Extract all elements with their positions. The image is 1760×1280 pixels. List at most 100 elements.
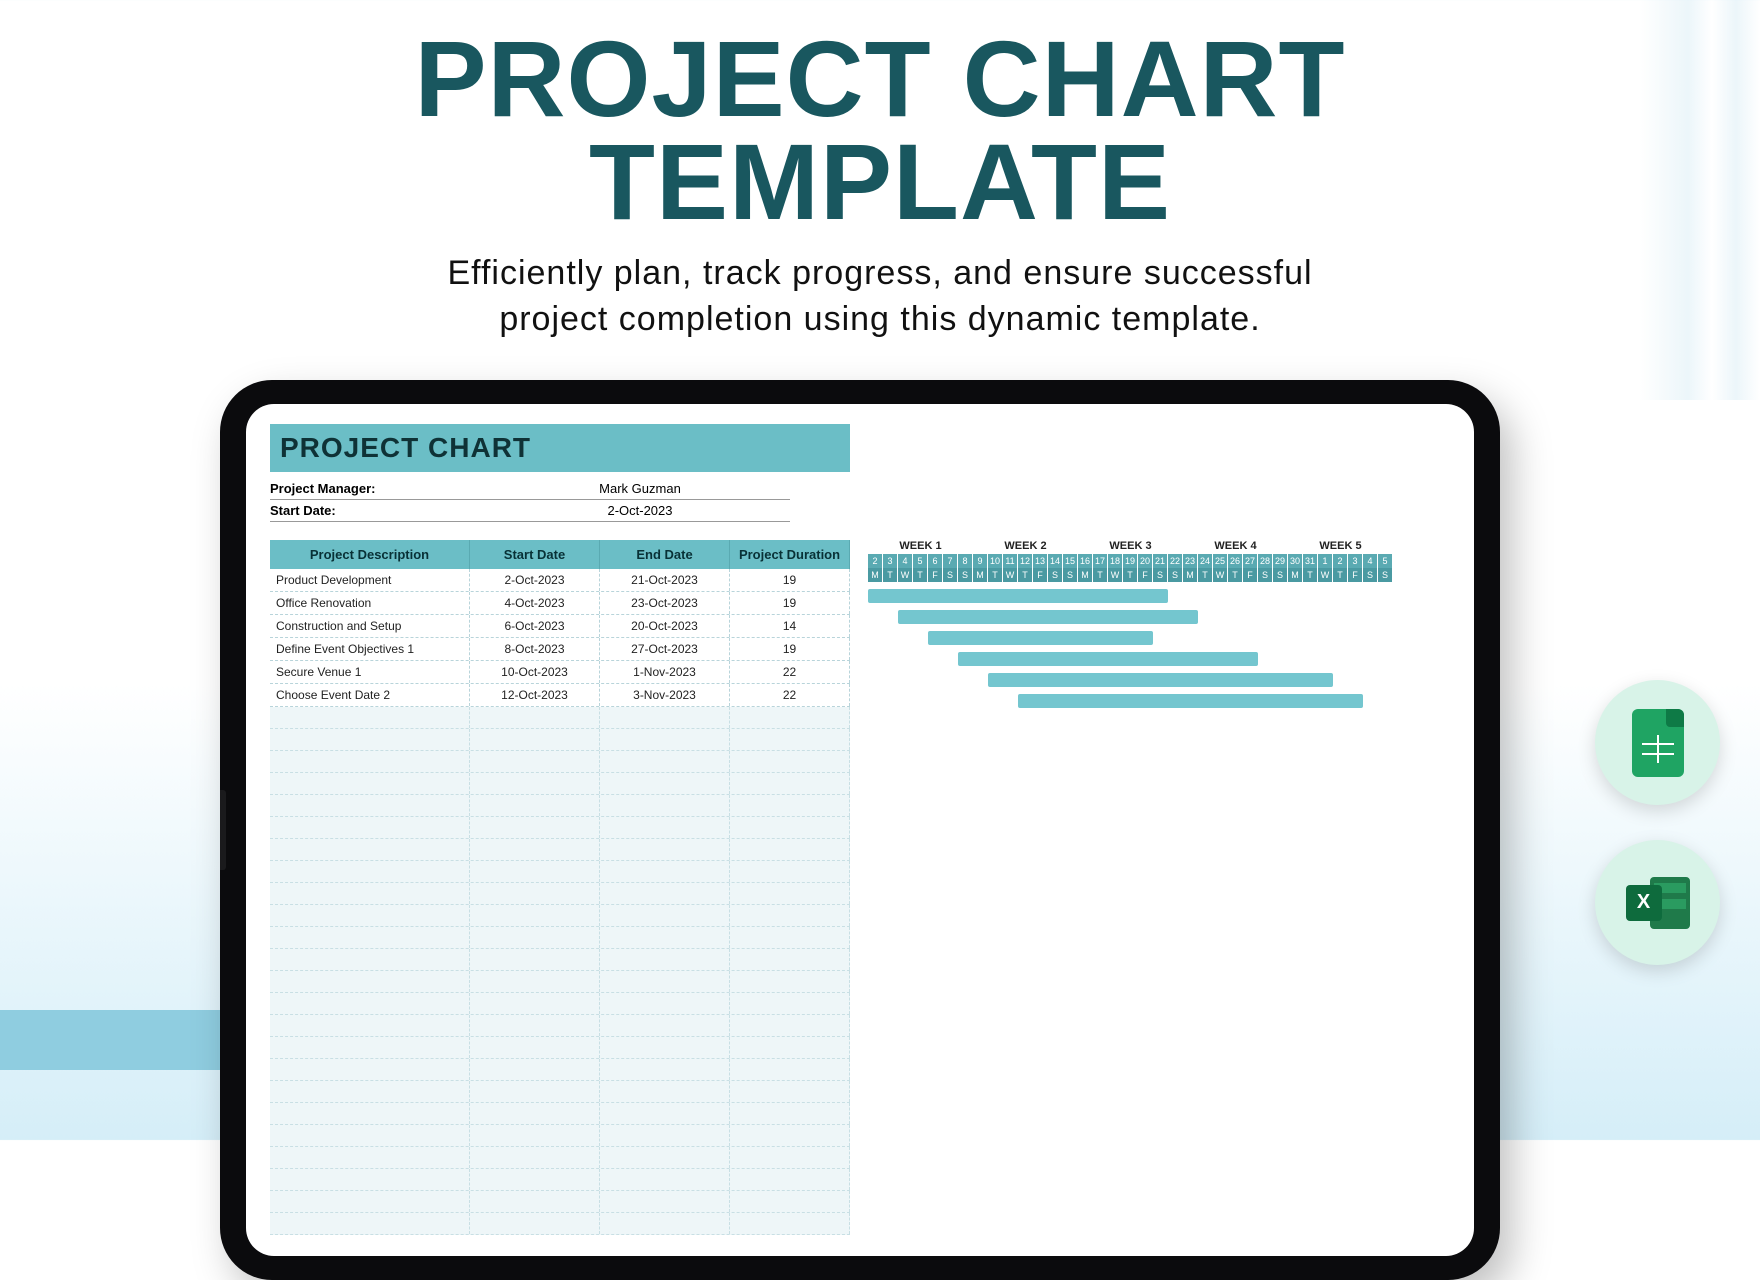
- day-cell: 15: [1063, 554, 1078, 568]
- google-sheets-badge[interactable]: [1595, 680, 1720, 805]
- dow-cell: S: [1363, 568, 1378, 582]
- day-cell: 4: [898, 554, 913, 568]
- day-cell: 21: [1153, 554, 1168, 568]
- empty-row: [270, 1015, 850, 1037]
- meta-row-start: Start Date: 2-Oct-2023: [270, 500, 790, 522]
- day-cell: 26: [1228, 554, 1243, 568]
- dow-cell: F: [1033, 568, 1048, 582]
- empty-row: [270, 729, 850, 751]
- empty-row: [270, 927, 850, 949]
- day-cell: 31: [1303, 554, 1318, 568]
- bg-accent: [1640, 0, 1760, 400]
- empty-row: [270, 839, 850, 861]
- empty-row: [270, 861, 850, 883]
- spreadsheet-screen: PROJECT CHART Project Manager: Mark Guzm…: [246, 404, 1474, 1256]
- empty-row: [270, 795, 850, 817]
- dow-cell: M: [1183, 568, 1198, 582]
- empty-row: [270, 1147, 850, 1169]
- empty-row: [270, 751, 850, 773]
- startdate-value: 2-Oct-2023: [490, 503, 790, 518]
- gantt-row: [868, 586, 1450, 607]
- empty-row: [270, 1037, 850, 1059]
- empty-row: [270, 1081, 850, 1103]
- dow-cell: S: [1273, 568, 1288, 582]
- manager-label: Project Manager:: [270, 481, 470, 496]
- empty-row: [270, 949, 850, 971]
- dow-cell: S: [943, 568, 958, 582]
- dow-cell: T: [988, 568, 1003, 582]
- table-row: Choose Event Date 212-Oct-20233-Nov-2023…: [270, 684, 850, 707]
- dow-cell: T: [883, 568, 898, 582]
- gantt-bar: [928, 631, 1153, 645]
- day-cell: 6: [928, 554, 943, 568]
- dow-cell: F: [1138, 568, 1153, 582]
- task-table: Project Description Start Date End Date …: [270, 540, 850, 1235]
- empty-row: [270, 1059, 850, 1081]
- week-label: WEEK 4: [1183, 540, 1288, 552]
- col-start: Start Date: [470, 540, 600, 569]
- excel-x: X: [1626, 885, 1662, 921]
- col-end: End Date: [600, 540, 730, 569]
- startdate-label: Start Date:: [270, 503, 470, 518]
- day-cell: 3: [1348, 554, 1363, 568]
- table-header: Project Description Start Date End Date …: [270, 540, 850, 569]
- empty-row: [270, 1169, 850, 1191]
- dow-cell: T: [1198, 568, 1213, 582]
- dow-cell: W: [1108, 568, 1123, 582]
- day-cell: 2: [868, 554, 883, 568]
- empty-row: [270, 707, 850, 729]
- day-of-week: MTWTFSSMTWTFSSMTWTFSSMTWTFSSMTWTFSS: [868, 568, 1450, 582]
- gantt-row: [868, 670, 1450, 691]
- dow-cell: S: [1153, 568, 1168, 582]
- title-line2: TEMPLATE: [589, 121, 1171, 242]
- day-cell: 10: [988, 554, 1003, 568]
- dow-cell: T: [1303, 568, 1318, 582]
- day-cell: 24: [1198, 554, 1213, 568]
- day-cell: 25: [1213, 554, 1228, 568]
- dow-cell: W: [1003, 568, 1018, 582]
- day-cell: 17: [1093, 554, 1108, 568]
- day-cell: 20: [1138, 554, 1153, 568]
- empty-row: [270, 1191, 850, 1213]
- subtitle: Efficiently plan, track progress, and en…: [0, 251, 1760, 343]
- empty-row: [270, 817, 850, 839]
- day-cell: 30: [1288, 554, 1303, 568]
- table-body: Product Development2-Oct-202321-Oct-2023…: [270, 569, 850, 707]
- dow-cell: M: [1288, 568, 1303, 582]
- empty-row: [270, 905, 850, 927]
- empty-rows: [270, 707, 850, 1235]
- excel-icon: X: [1626, 873, 1690, 933]
- week-label: WEEK 3: [1078, 540, 1183, 552]
- page-title: PROJECT CHART TEMPLATE: [0, 28, 1760, 233]
- gantt-row: [868, 691, 1450, 712]
- gantt-bar: [1018, 694, 1363, 708]
- manager-value: Mark Guzman: [490, 481, 790, 496]
- empty-row: [270, 773, 850, 795]
- table-row: Office Renovation4-Oct-202323-Oct-202319: [270, 592, 850, 615]
- sheet-area: Project Description Start Date End Date …: [270, 540, 1450, 1235]
- day-cell: 22: [1168, 554, 1183, 568]
- day-cell: 28: [1258, 554, 1273, 568]
- dow-cell: F: [1348, 568, 1363, 582]
- week-label: WEEK 2: [973, 540, 1078, 552]
- empty-row: [270, 883, 850, 905]
- chart-title: PROJECT CHART: [270, 424, 850, 472]
- tablet-button: [220, 790, 226, 870]
- day-cell: 7: [943, 554, 958, 568]
- week-label: WEEK 1: [868, 540, 973, 552]
- gantt-row: [868, 628, 1450, 649]
- empty-row: [270, 1125, 850, 1147]
- gantt-bar: [868, 589, 1168, 603]
- table-row: Define Event Objectives 18-Oct-202327-Oc…: [270, 638, 850, 661]
- week-header: WEEK 1WEEK 2WEEK 3WEEK 4WEEK 5: [868, 540, 1450, 552]
- gantt-area: WEEK 1WEEK 2WEEK 3WEEK 4WEEK 5 234567891…: [868, 540, 1450, 1235]
- gantt-row: [868, 649, 1450, 670]
- dow-cell: W: [1213, 568, 1228, 582]
- gantt-row: [868, 607, 1450, 628]
- col-dur: Project Duration: [730, 540, 850, 569]
- dow-cell: S: [1063, 568, 1078, 582]
- dow-cell: S: [1378, 568, 1393, 582]
- dow-cell: F: [928, 568, 943, 582]
- excel-badge[interactable]: X: [1595, 840, 1720, 965]
- col-desc: Project Description: [270, 540, 470, 569]
